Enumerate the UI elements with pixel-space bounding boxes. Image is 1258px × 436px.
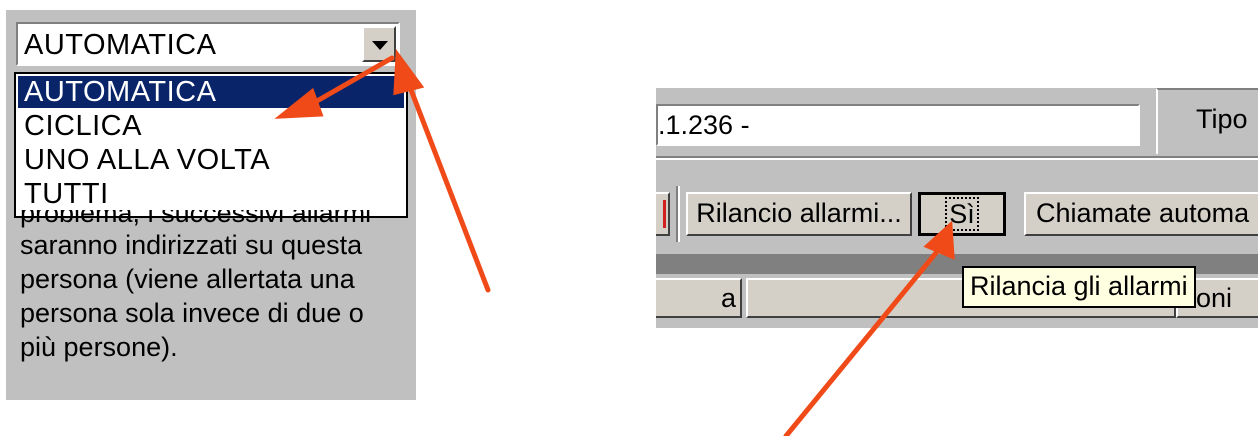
- help-line: problema, i successivi allarmi: [20, 210, 372, 228]
- help-line: più persone).: [20, 332, 178, 362]
- address-field[interactable]: .1.236 -: [656, 104, 1140, 146]
- chiamate-automatiche-button[interactable]: Chiamate automa: [1024, 192, 1258, 236]
- rilancio-allarmi-button[interactable]: Rilancio allarmi...: [686, 192, 912, 236]
- combo-dropdown-button[interactable]: [362, 26, 396, 62]
- help-line: persona (viene allertata una: [20, 264, 355, 294]
- partial-toolbar-button[interactable]: [656, 192, 670, 236]
- tooltip: Rilancia gli allarmi: [962, 266, 1196, 308]
- red-mark-icon: [657, 200, 666, 228]
- tipo-label: Tipo: [1196, 104, 1248, 134]
- si-button[interactable]: Sì: [918, 192, 1006, 236]
- help-description: problema, i successivi allarmi saranno i…: [20, 210, 400, 364]
- help-line: persona sola invece di due o: [20, 298, 364, 328]
- help-line: saranno indirizzati su questa: [20, 230, 363, 260]
- dropdown-option-uno-alla-volta[interactable]: UNO ALLA VOLTA: [18, 144, 404, 176]
- chevron-down-icon: [372, 41, 388, 50]
- dropdown-option-tutti[interactable]: TUTTI: [18, 178, 404, 210]
- tipo-group: Tipo: [1156, 88, 1258, 154]
- toolbar-separator: [676, 186, 680, 242]
- toolbar-divider: [656, 156, 1258, 160]
- combo-selected-value: AUTOMATICA: [24, 29, 217, 61]
- si-button-label: Sì: [945, 197, 979, 231]
- combo-dropdown-list: AUTOMATICA CICLICA UNO ALLA VOLTA TUTTI: [14, 72, 408, 218]
- mode-combobox[interactable]: AUTOMATICA: [16, 22, 400, 66]
- arrow-line: [405, 79, 491, 293]
- dropdown-option-ciclica[interactable]: CICLICA: [18, 110, 404, 142]
- dropdown-option-automatica[interactable]: AUTOMATICA: [18, 76, 404, 108]
- tab-left[interactable]: a: [656, 278, 742, 318]
